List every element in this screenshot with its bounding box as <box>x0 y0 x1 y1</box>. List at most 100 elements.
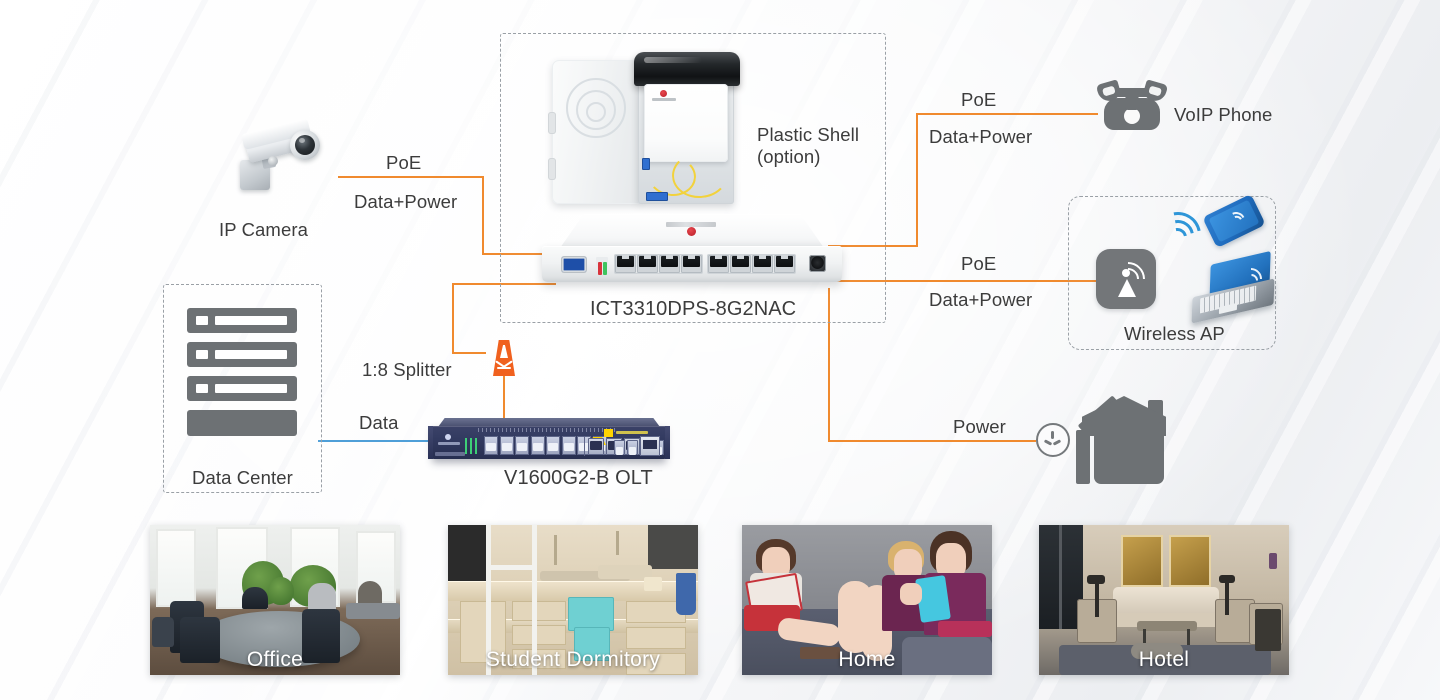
olt-management-port <box>640 436 660 456</box>
switch-front-panel <box>552 252 832 276</box>
socket-pin-right <box>1052 439 1062 446</box>
camera-link-label-poe: PoE <box>386 152 422 173</box>
shell-lid <box>634 52 740 86</box>
olt-sfp-3 <box>515 436 529 455</box>
olt-panel-divider <box>584 436 585 456</box>
olt-status-leds <box>465 438 479 454</box>
office-caption: Office <box>246 648 304 671</box>
diagram-canvas: Plastic Shell (option) ICT3310DPS-8G2NAC… <box>0 0 1440 700</box>
rj45-port-4 <box>681 255 702 273</box>
olt-model-label: V1600G2-B OLT <box>504 467 653 489</box>
scenario-card-home[interactable]: Home <box>742 525 992 675</box>
link-voip-to-phone <box>916 113 1098 116</box>
wireless-ap-icon <box>1096 249 1156 309</box>
link-olt-to-datacenter <box>318 440 432 443</box>
voip-phone-icon <box>1095 74 1169 132</box>
splitter-label: 1:8 Splitter <box>362 359 452 380</box>
camera-lens <box>295 135 315 155</box>
poe-switch-icon <box>542 214 842 288</box>
olt-brand-logo <box>438 434 460 447</box>
switch-body <box>542 246 842 282</box>
rj45-port-8 <box>774 255 795 273</box>
olt-gepon-2 <box>627 440 638 455</box>
voip-link-label-datapower: Data+Power <box>929 126 1033 147</box>
phone-handset-neck <box>1125 96 1139 110</box>
shell-door-arc-3 <box>586 102 606 122</box>
plastic-shell-label-line1: Plastic Shell <box>757 124 860 145</box>
link-camera-vertical <box>482 176 485 255</box>
olt-sfp-2 <box>499 436 514 455</box>
scenario-card-office[interactable]: Office <box>150 525 400 675</box>
ap-link-label-poe: PoE <box>961 253 997 274</box>
hotel-caption: Hotel <box>1138 648 1190 671</box>
olt-sfp-6 <box>561 436 576 455</box>
switch-dc-power-jack <box>809 255 826 272</box>
olt-gepon-1 <box>614 440 625 455</box>
voip-phone-label: VoIP Phone <box>1174 104 1273 125</box>
camera-adjust-knob <box>268 156 278 166</box>
fiber-connector-1 <box>642 158 650 170</box>
rj45-port-3 <box>659 255 680 273</box>
link-switch-to-splitter-bottom <box>452 352 486 355</box>
phone-handset <box>1095 79 1169 110</box>
rj45-port-5 <box>708 255 729 273</box>
rj45-port-6 <box>730 255 751 273</box>
olt-rack-ear-right <box>665 426 670 459</box>
switch-led-group <box>596 257 608 275</box>
socket-pin-top <box>1051 431 1055 439</box>
shell-door <box>548 60 640 204</box>
rj45-port-7 <box>752 255 773 273</box>
olt-sfp-1 <box>484 436 498 455</box>
fiber-connector-2 <box>646 192 668 201</box>
rj45-port-2 <box>637 255 658 273</box>
olt-port-label-strip <box>616 431 648 434</box>
server-unit-1 <box>187 308 297 333</box>
scenario-card-hotel[interactable]: Hotel <box>1039 525 1289 675</box>
data-link-label: Data <box>359 412 399 433</box>
shell-hinge-top <box>548 112 556 134</box>
scenario-card-dormitory[interactable]: Student Dormitory <box>448 525 698 675</box>
home-caption: Home <box>838 648 896 671</box>
olt-sfp-5 <box>546 436 560 455</box>
wireless-ap-label: Wireless AP <box>1124 323 1225 344</box>
power-socket-icon <box>1036 423 1070 457</box>
socket-pin-left <box>1043 439 1053 446</box>
ip-camera-label: IP Camera <box>219 219 308 240</box>
data-center-label: Data Center <box>192 467 293 488</box>
ip-camera-icon <box>232 118 332 196</box>
switch-port-group-2 <box>707 254 796 274</box>
server-unit-2 <box>187 342 297 367</box>
link-switch-to-splitter-vertical <box>452 283 455 354</box>
olt-sfp-4 <box>530 436 545 455</box>
switch-sfp-port <box>562 257 586 272</box>
server-rack-icon <box>187 308 297 436</box>
wifi-signal-arcs <box>1146 203 1211 267</box>
link-power-to-socket <box>828 440 1036 443</box>
phone-earpiece-right <box>1141 79 1169 104</box>
olt-chassis <box>432 426 666 459</box>
laptop-icon <box>1191 250 1278 324</box>
plastic-shell-label-line2: (option) <box>757 146 821 167</box>
olt-rack-ear-left <box>428 426 433 459</box>
onu-brand-logo <box>652 90 676 101</box>
voip-link-label-poe: PoE <box>961 89 997 110</box>
house-body <box>1094 422 1164 484</box>
switch-rj45-port-row <box>614 254 796 274</box>
optical-splitter-icon <box>489 340 519 376</box>
power-link-label: Power <box>953 416 1006 437</box>
dormitory-caption: Student Dormitory <box>485 648 661 671</box>
link-voip-vertical <box>916 113 919 247</box>
camera-link-label-datapower: Data+Power <box>354 191 458 212</box>
server-unit-3 <box>187 376 297 401</box>
olt-model-strip <box>435 452 465 456</box>
rj45-port-1 <box>615 255 636 273</box>
shell-hinge-bottom <box>548 158 556 180</box>
olt-warning-square-icon <box>604 429 613 437</box>
olt-uplink-1 <box>588 438 604 455</box>
switch-port-group-1 <box>614 254 703 274</box>
olt-rack-icon <box>428 418 670 462</box>
house-icon <box>1076 395 1182 484</box>
house-side-wall <box>1076 430 1090 484</box>
phone-dial <box>1124 108 1140 124</box>
ap-link-label-datapower: Data+Power <box>929 289 1033 310</box>
